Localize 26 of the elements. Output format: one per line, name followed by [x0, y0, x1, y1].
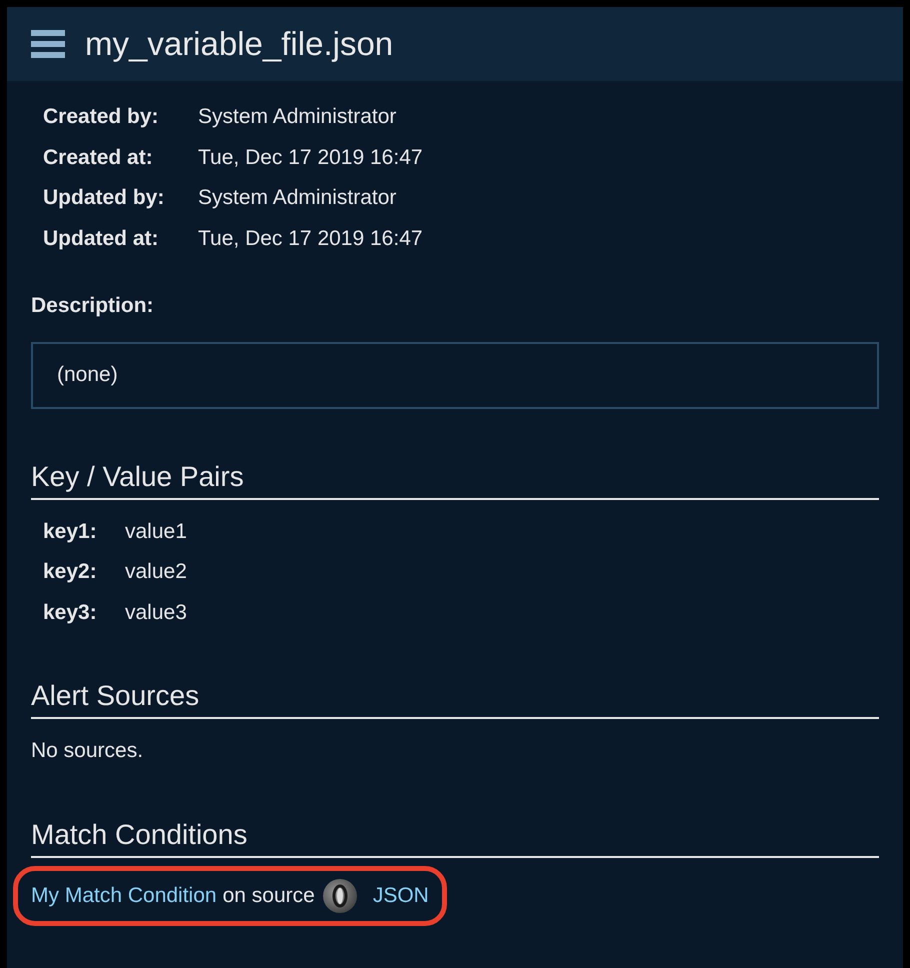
key-value: value3 — [125, 600, 188, 626]
source-icon — [322, 878, 357, 912]
key-value: value1 — [125, 518, 188, 544]
page-title: my_variable_file.json — [85, 24, 394, 64]
section-heading: Key / Value Pairs — [31, 460, 245, 494]
description-box: (none) — [31, 342, 879, 408]
meta-value: System Administrator — [198, 185, 398, 211]
meta-label: Created at: — [43, 144, 154, 170]
section-heading: Alert Sources — [31, 679, 200, 713]
meta-value: System Administrator — [198, 104, 398, 130]
menu-icon[interactable] — [31, 28, 65, 60]
meta-value: Tue, Dec 17 2019 16:47 — [198, 226, 424, 252]
meta-label: Updated at: — [43, 226, 160, 252]
empty-message: No sources. — [31, 738, 144, 764]
meta-label: Updated by: — [43, 185, 166, 211]
meta-value: Tue, Dec 17 2019 16:47 — [198, 144, 424, 170]
key-label: key1: — [43, 518, 98, 544]
source-link[interactable]: JSON — [372, 880, 429, 912]
match-condition-text: My Match Condition on source JSON — [31, 878, 429, 912]
section-heading: Match Conditions — [31, 818, 248, 852]
meta-label: Created by: — [43, 104, 160, 130]
key-label: key3: — [43, 600, 98, 626]
key-label: key2: — [43, 559, 98, 585]
description-label: Description: — [31, 293, 155, 319]
condition-link[interactable]: My Match Condition — [31, 880, 217, 912]
key-value: value2 — [125, 559, 188, 585]
